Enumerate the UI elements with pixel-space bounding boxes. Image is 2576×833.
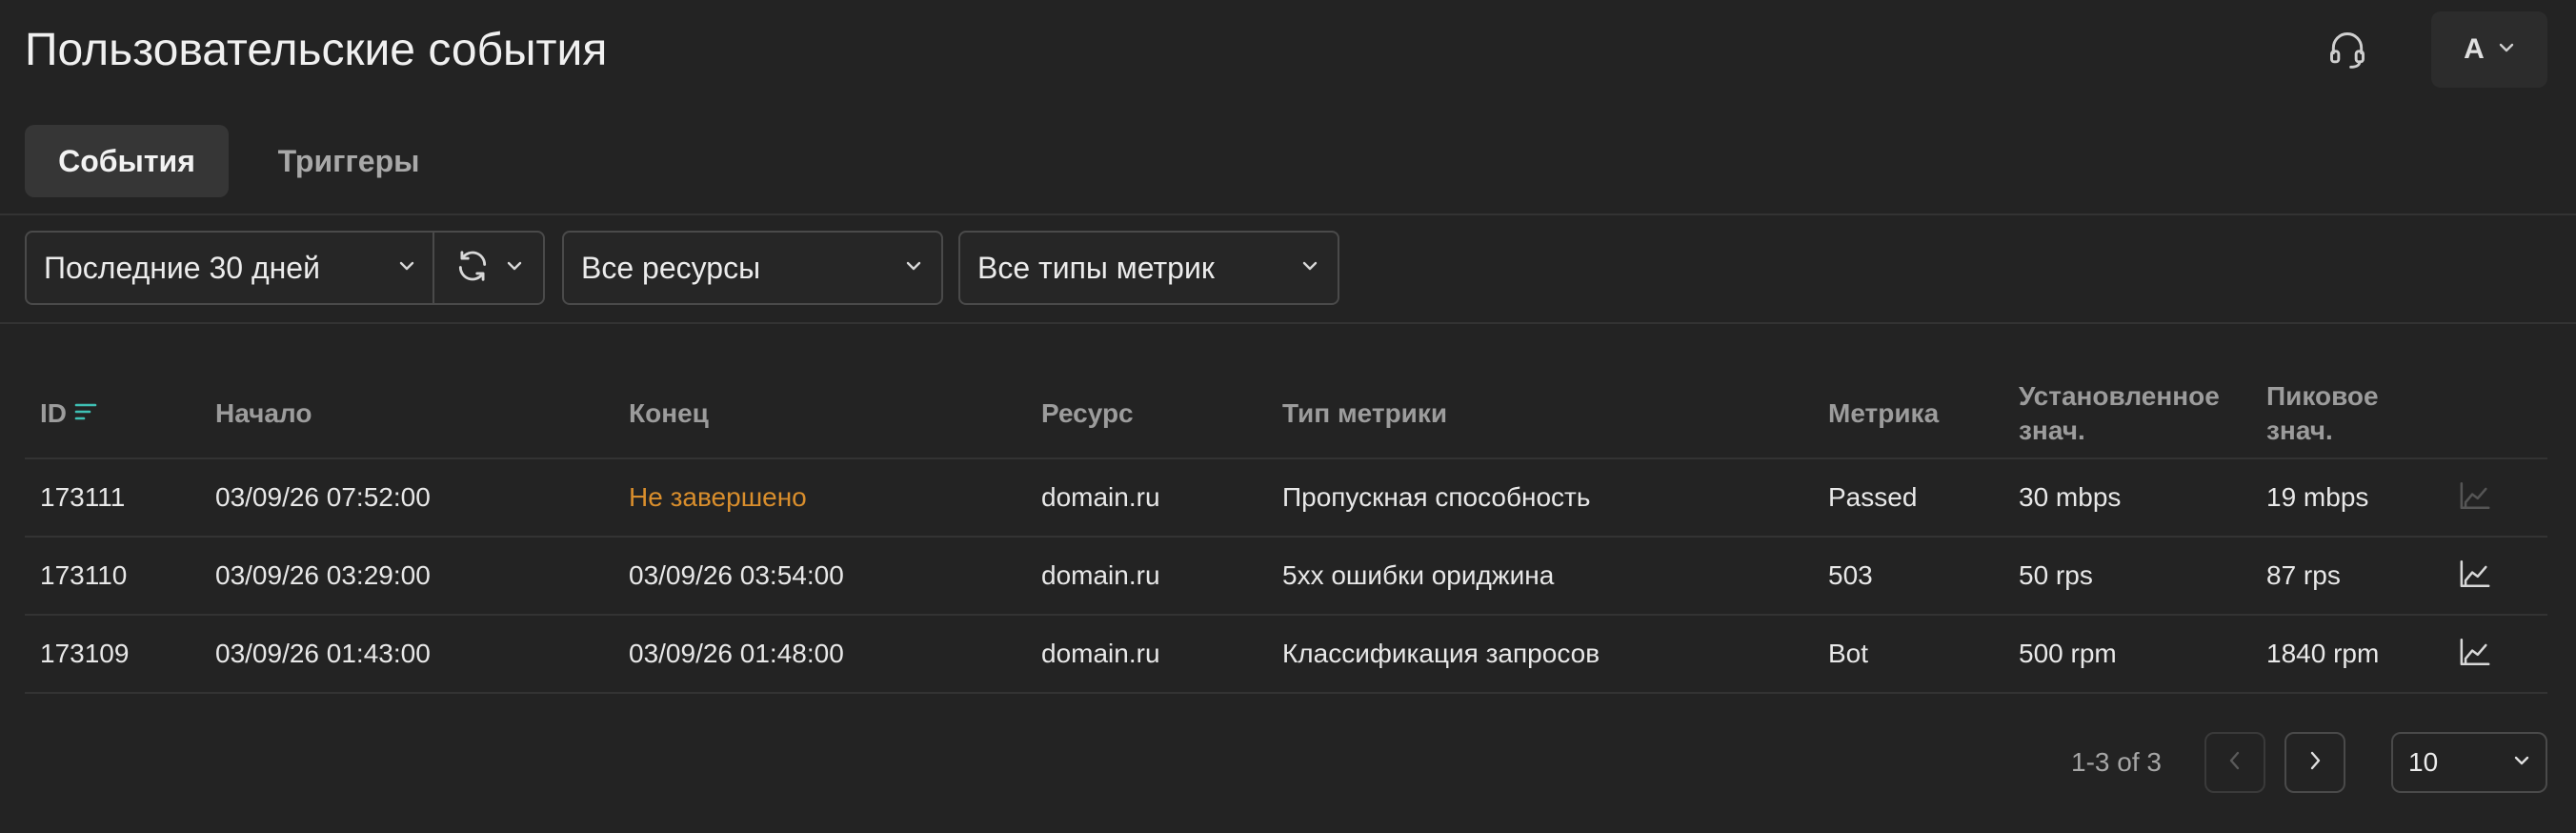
cell-end: Не завершено <box>629 482 807 512</box>
sort-descending-icon <box>72 400 99 428</box>
chart-icon <box>2459 480 2491 516</box>
cell-id: 173111 <box>40 482 126 512</box>
cell-start: 03/09/26 07:52:00 <box>215 482 431 512</box>
column-header-start[interactable]: Начало <box>215 396 312 431</box>
chevron-down-icon <box>2513 754 2530 771</box>
chevron-left-icon <box>2227 749 2243 777</box>
column-header-set-value-line2: знач. <box>2019 416 2085 445</box>
cell-end: 03/09/26 03:54:00 <box>629 560 844 590</box>
cell-peak-value: 87 rps <box>2266 560 2341 590</box>
column-header-end[interactable]: Конец <box>629 396 709 431</box>
cell-id: 173110 <box>40 560 128 590</box>
cell-end: 03/09/26 01:48:00 <box>629 639 844 668</box>
cell-resource: domain.ru <box>1041 560 1160 590</box>
page-size-value: 10 <box>2408 747 2439 777</box>
cell-metric: Passed <box>1828 482 1918 512</box>
table-divider <box>25 692 2547 694</box>
chart-icon <box>2459 637 2491 672</box>
page-size-select[interactable]: 10 <box>2391 732 2547 793</box>
cell-metric-type: 5xx ошибки ориджина <box>1282 560 1555 590</box>
column-header-peak-value-line1: Пиковое <box>2266 381 2379 411</box>
column-header-peak-value-line2: знач. <box>2266 416 2333 445</box>
next-page-button[interactable] <box>2284 732 2345 793</box>
metric-types-select[interactable]: Все типы метрик <box>958 231 1339 305</box>
cell-start: 03/09/26 03:29:00 <box>215 560 431 590</box>
chevron-down-icon <box>398 259 415 276</box>
cell-resource: domain.ru <box>1041 639 1160 668</box>
period-select-value: Последние 30 дней <box>44 250 320 285</box>
column-header-id[interactable]: ID <box>40 396 99 431</box>
column-header-metric[interactable]: Метрика <box>1828 396 1939 431</box>
cell-metric: Bot <box>1828 639 1869 668</box>
cell-set-value: 30 mbps <box>2019 482 2122 512</box>
cell-set-value: 50 rps <box>2019 560 2093 590</box>
headset-icon <box>2326 29 2368 75</box>
cell-metric-type: Классификация запросов <box>1282 639 1600 668</box>
period-select[interactable]: Последние 30 дней <box>27 233 434 303</box>
column-header-resource[interactable]: Ресурс <box>1041 396 1134 431</box>
resources-select[interactable]: Все ресурсы <box>562 231 943 305</box>
chevron-down-icon <box>506 259 523 276</box>
cell-set-value: 500 rpm <box>2019 639 2117 668</box>
cell-id: 173109 <box>40 639 130 668</box>
chart-button[interactable] <box>2456 557 2494 595</box>
column-header-metric-type[interactable]: Тип метрики <box>1282 396 1447 431</box>
chart-button-disabled <box>2456 478 2494 517</box>
cell-peak-value: 19 mbps <box>2266 482 2369 512</box>
tab-events[interactable]: События <box>25 125 229 197</box>
table-row[interactable]: 173110 03/09/26 03:29:00 03/09/26 03:54:… <box>0 538 2576 616</box>
chevron-down-icon <box>905 259 922 276</box>
metric-types-select-value: Все типы метрик <box>977 250 1215 285</box>
resources-select-value: Все ресурсы <box>581 250 761 285</box>
divider <box>0 322 2576 324</box>
user-menu-button[interactable]: A <box>2431 11 2547 88</box>
period-filter-group: Последние 30 дней <box>25 231 545 305</box>
column-header-peak-value[interactable]: Пиковое знач. <box>2266 379 2379 448</box>
pagination-range: 1-3 of 3 <box>2071 747 2162 777</box>
cell-start: 03/09/26 01:43:00 <box>215 639 431 668</box>
tab-triggers[interactable]: Триггеры <box>244 125 453 197</box>
support-button[interactable] <box>2317 21 2378 82</box>
cell-metric-type: Пропускная способность <box>1282 482 1591 512</box>
chart-button[interactable] <box>2456 635 2494 673</box>
cell-resource: domain.ru <box>1041 482 1160 512</box>
chart-icon <box>2459 559 2491 594</box>
previous-page-button[interactable] <box>2204 732 2265 793</box>
column-header-set-value-line1: Установленное <box>2019 381 2220 411</box>
refresh-icon <box>454 248 491 289</box>
chevron-right-icon <box>2307 749 2323 777</box>
cell-peak-value: 1840 rpm <box>2266 639 2380 668</box>
column-header-set-value[interactable]: Установленное знач. <box>2019 379 2220 448</box>
chevron-down-icon <box>1301 259 1318 276</box>
auto-refresh-select[interactable] <box>434 233 543 303</box>
divider <box>0 213 2576 215</box>
column-header-id-label: ID <box>40 398 67 428</box>
chevron-down-icon <box>2498 41 2515 58</box>
page-title: Пользовательские события <box>25 25 608 75</box>
table-row[interactable]: 173111 03/09/26 07:52:00 Не завершено do… <box>0 459 2576 538</box>
user-initial: A <box>2464 33 2485 65</box>
cell-metric: 503 <box>1828 560 1873 590</box>
table-row[interactable]: 173109 03/09/26 01:43:00 03/09/26 01:48:… <box>0 616 2576 694</box>
